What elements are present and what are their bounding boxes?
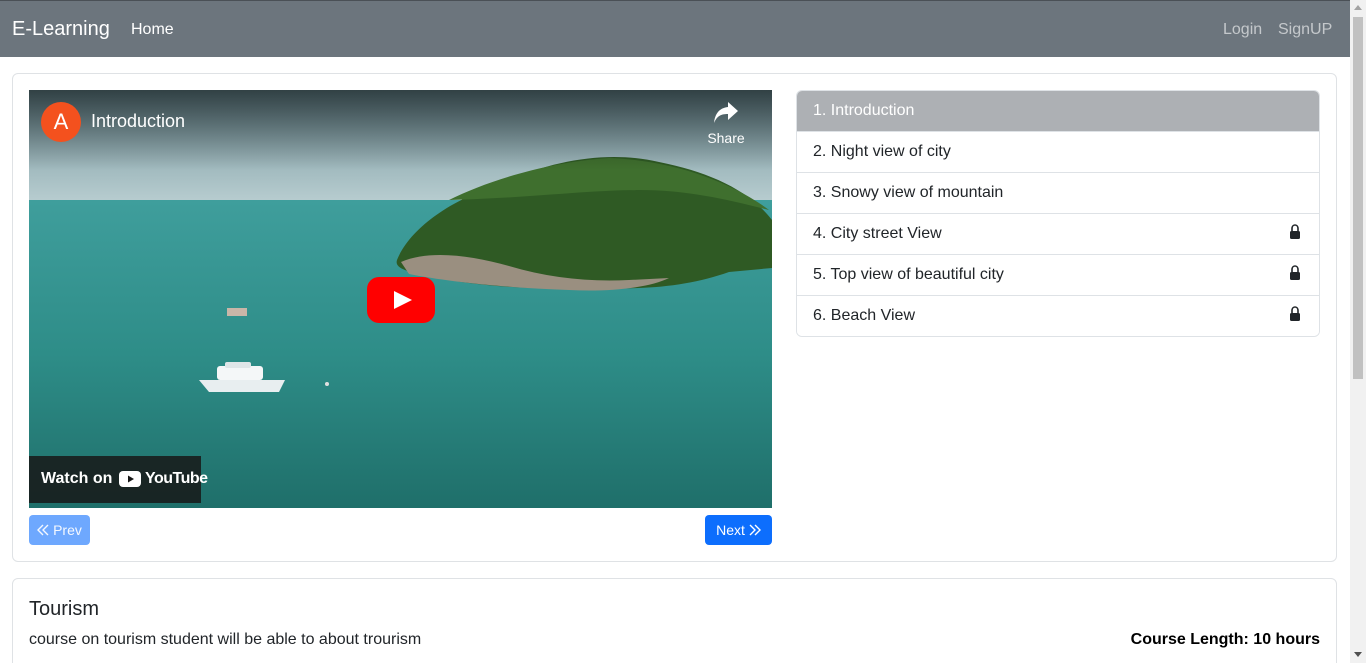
prev-button[interactable]: Prev [29,515,90,545]
double-chevron-right-icon [749,524,761,536]
video-title[interactable]: Introduction [91,111,185,132]
lesson-item[interactable]: 3. Snowy view of mountain [797,172,1319,213]
lesson-item[interactable]: 4. City street View [797,213,1319,254]
lesson-label: 6. Beach View [813,307,915,324]
nav-login-link[interactable]: Login [1223,21,1262,39]
lock-icon [1290,224,1300,239]
play-icon[interactable] [367,277,435,323]
nav-signup-link[interactable]: SignUP [1278,21,1332,39]
navbar: E-Learning Home Login SignUP [0,0,1350,57]
lesson-item[interactable]: 5. Top view of beautiful city [797,254,1319,295]
youtube-logo-icon [119,471,141,487]
share-icon [714,102,738,123]
lesson-item[interactable]: 1. Introduction [797,91,1319,131]
lesson-label: 2. Night view of city [813,143,951,160]
course-info-card [12,578,1337,663]
scroll-up-arrow-icon[interactable] [1354,5,1362,10]
double-chevron-left-icon [37,524,49,536]
lesson-item[interactable]: 2. Night view of city [797,131,1319,172]
lesson-label: 4. City street View [813,225,942,242]
scroll-thumb[interactable] [1353,17,1363,379]
channel-avatar[interactable]: A [41,102,81,142]
prev-label: Prev [53,522,82,538]
watch-on-label: Watch on [41,470,113,487]
lock-icon [1290,306,1300,321]
lesson-label: 1. Introduction [813,102,915,119]
course-length: Course Length: 10 hours [1130,631,1320,648]
lock-icon [1290,265,1300,280]
nav-home-link[interactable]: Home [131,21,174,39]
share-label: Share [707,130,745,146]
brand-logo[interactable]: E-Learning [12,18,110,41]
watch-on-youtube-button[interactable]: Watch on YouTube [29,456,208,503]
page-scrollbar[interactable] [1350,0,1366,663]
share-button[interactable]: Share [701,102,751,150]
course-description: course on tourism student will be able t… [29,631,422,648]
lesson-list: 1. Introduction 2. Night view of city 3.… [796,90,1320,337]
scroll-down-arrow-icon[interactable] [1354,652,1362,657]
lesson-label: 3. Snowy view of mountain [813,184,1004,201]
next-label: Next [716,522,745,538]
lesson-label: 5. Top view of beautiful city [813,266,1004,283]
next-button[interactable]: Next [705,515,772,545]
course-title: Tourism [29,598,100,620]
video-player[interactable]: A Introduction Share Watch on YouTube [29,90,772,508]
lesson-item[interactable]: 6. Beach View [797,295,1319,336]
youtube-wordmark: YouTube [145,470,208,487]
